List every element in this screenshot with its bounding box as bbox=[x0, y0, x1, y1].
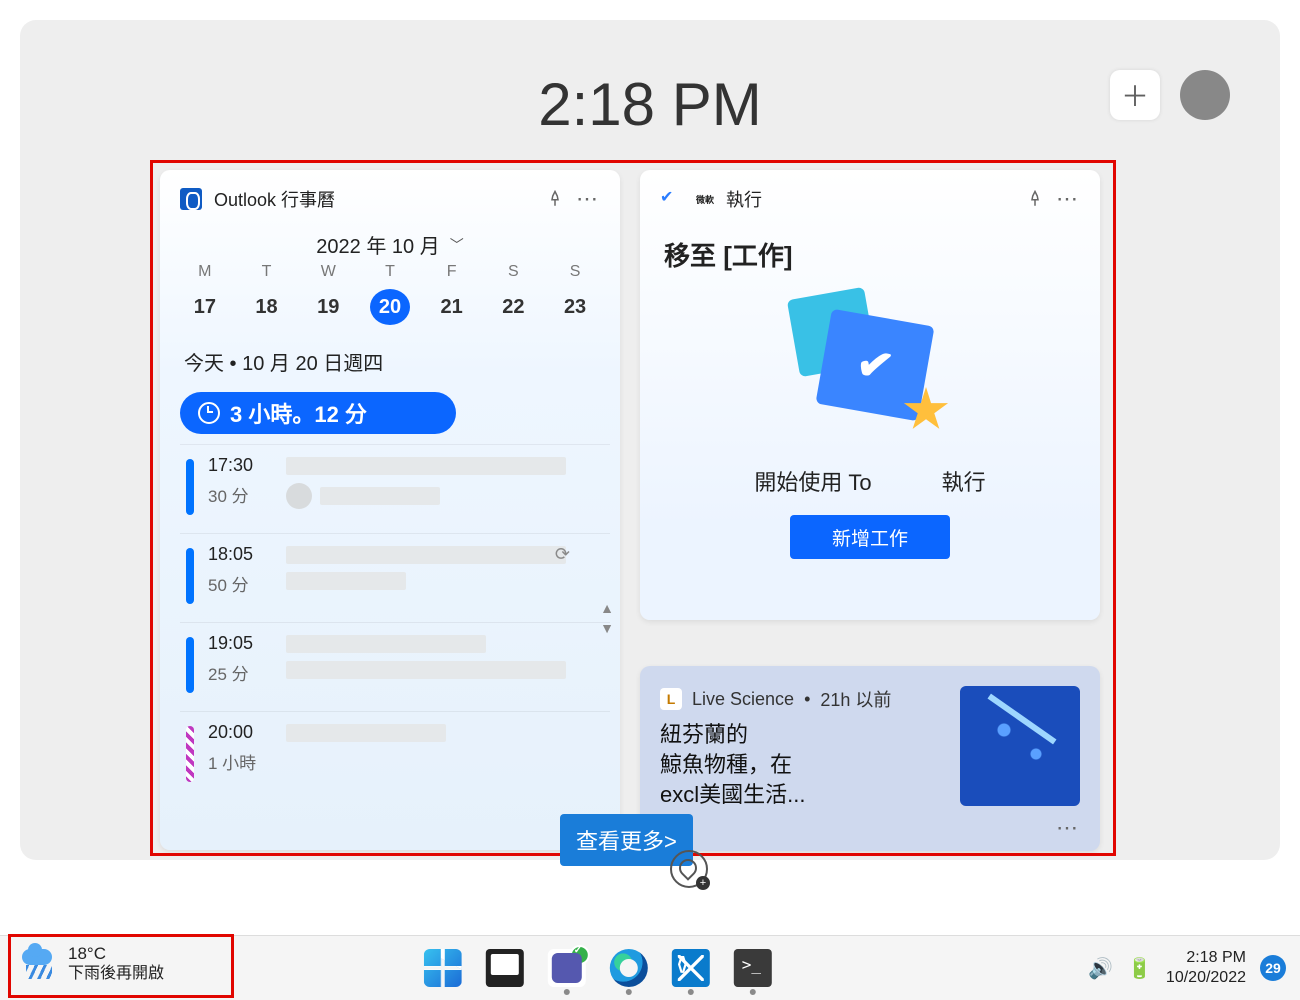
news-headline[interactable]: 紐芬蘭的 鯨魚物種，在 excl美國生活... bbox=[660, 720, 944, 810]
edge-icon[interactable] bbox=[610, 949, 648, 987]
news-source: Live Science bbox=[692, 689, 794, 710]
event-time: 20:00 bbox=[208, 722, 272, 743]
event-color-bar bbox=[186, 548, 194, 604]
outlook-icon bbox=[180, 188, 202, 210]
event-color-bar bbox=[186, 637, 194, 693]
event-item[interactable]: 20:00 1 小時 bbox=[180, 711, 610, 792]
event-item[interactable]: 17:30 30 分 bbox=[180, 444, 610, 525]
news-thumbnail[interactable] bbox=[960, 686, 1080, 806]
livescience-icon: L bbox=[660, 688, 682, 710]
taskbar-center bbox=[424, 949, 772, 987]
notification-badge[interactable]: 29 bbox=[1260, 955, 1286, 981]
widgets-panel: 2:18 PM ＋ Outlook 行事曆 ⋯ 2022 年 10 月 ﹀ M bbox=[20, 20, 1280, 860]
date-cell-today[interactable]: 20 bbox=[370, 289, 410, 325]
month-selector[interactable]: 2022 年 10 月 ﹀ bbox=[160, 230, 620, 259]
rain-icon bbox=[22, 947, 56, 981]
widgets-area: Outlook 行事曆 ⋯ 2022 年 10 月 ﹀ M T W T F S … bbox=[160, 170, 1100, 850]
date-cell[interactable]: 23 bbox=[555, 289, 595, 325]
month-label: 2022 年 10 月 bbox=[316, 230, 439, 259]
dow: S bbox=[493, 263, 533, 281]
outlook-calendar-widget[interactable]: Outlook 行事曆 ⋯ 2022 年 10 月 ﹀ M T W T F S … bbox=[160, 170, 620, 850]
add-widget-button[interactable]: ＋ bbox=[1110, 70, 1160, 120]
volume-icon[interactable]: 🔊 bbox=[1088, 956, 1113, 981]
more-icon[interactable]: ⋯ bbox=[1056, 186, 1080, 212]
news-widget[interactable]: L Live Science • 21h 以前 紐芬蘭的 鯨魚物種，在 excl… bbox=[640, 666, 1100, 851]
scroll-arrows[interactable]: ▲▼ bbox=[600, 600, 614, 636]
terminal-icon[interactable] bbox=[734, 949, 772, 987]
dow: T bbox=[247, 263, 287, 281]
recurring-icon: ⟳ bbox=[555, 544, 570, 565]
dow: M bbox=[185, 263, 225, 281]
todo-cta-text: 開始使用 To執行 bbox=[640, 465, 1100, 497]
event-duration: 25 分 bbox=[208, 660, 272, 685]
weekday-row: M T W T F S S bbox=[160, 259, 620, 285]
event-item[interactable]: 18:05 50 分 ⟳ bbox=[180, 533, 610, 614]
tray-time: 2:18 PM bbox=[1186, 948, 1246, 968]
more-icon[interactable]: ⋯ bbox=[1056, 815, 1080, 841]
pin-icon[interactable] bbox=[546, 190, 564, 208]
date-cell[interactable]: 18 bbox=[247, 289, 287, 325]
system-tray[interactable]: 🔊 🔋 2:18 PM 10/20/2022 29 bbox=[1088, 936, 1286, 1000]
event-color-bar bbox=[186, 726, 194, 782]
date-cell[interactable]: 22 bbox=[493, 289, 533, 325]
date-row[interactable]: 17 18 19 20 21 22 23 bbox=[160, 285, 620, 329]
news-age: 21h 以前 bbox=[820, 686, 891, 712]
event-duration: 50 分 bbox=[208, 571, 272, 596]
dot: • bbox=[804, 689, 810, 710]
todo-headline: 移至 [工作] bbox=[640, 220, 1100, 273]
task-view-button[interactable] bbox=[486, 949, 524, 987]
dow: S bbox=[555, 263, 595, 281]
clock-icon bbox=[198, 402, 220, 424]
event-color-bar bbox=[186, 459, 194, 515]
tray-clock[interactable]: 2:18 PM 10/20/2022 bbox=[1166, 948, 1246, 988]
todo-illustration bbox=[775, 293, 965, 453]
scroll-up-icon[interactable]: ▲ bbox=[600, 600, 614, 616]
weather-desc: 下雨後再開啟 bbox=[68, 964, 164, 984]
taskbar[interactable]: 18°C 下雨後再開啟 🔊 🔋 2:18 PM 10/20/2022 29 bbox=[0, 935, 1300, 1000]
event-item[interactable]: 19:05 25 分 bbox=[180, 622, 610, 703]
chevron-down-icon[interactable]: ﹀ bbox=[450, 235, 464, 255]
dow: W bbox=[308, 263, 348, 281]
add-task-button[interactable]: 新增工作 bbox=[790, 515, 950, 559]
events-list[interactable]: 17:30 30 分 18:05 50 分 ⟳ 19:05 25 分 bbox=[180, 444, 610, 792]
next-event-pill[interactable]: 3 小時。12 分 bbox=[180, 392, 456, 434]
battery-icon[interactable]: 🔋 bbox=[1127, 956, 1152, 981]
user-avatar[interactable] bbox=[1180, 70, 1230, 120]
event-time: 18:05 bbox=[208, 544, 272, 565]
todo-widget[interactable]: 微軟 執行 ⋯ 移至 [工作] 開始使用 To執行 新增工作 bbox=[640, 170, 1100, 620]
todo-widget-title: 執行 bbox=[726, 186, 762, 212]
weather-temp: 18°C bbox=[68, 944, 164, 964]
todo-brand-small: 微軟 bbox=[696, 193, 714, 206]
event-duration: 1 小時 bbox=[208, 749, 272, 774]
weather-widget-taskbar[interactable]: 18°C 下雨後再開啟 bbox=[16, 940, 170, 988]
panel-clock: 2:18 PM bbox=[20, 70, 1280, 139]
today-label: 今天 • 10 月 20 日週四 bbox=[160, 329, 620, 384]
scroll-down-icon[interactable]: ▼ bbox=[600, 620, 614, 636]
date-cell[interactable]: 17 bbox=[185, 289, 225, 325]
start-button[interactable] bbox=[424, 949, 462, 987]
next-event-text: 3 小時。12 分 bbox=[230, 397, 367, 429]
news-source-row: L Live Science • 21h 以前 bbox=[660, 686, 944, 712]
teams-icon[interactable] bbox=[548, 949, 586, 987]
more-icon[interactable]: ⋯ bbox=[576, 186, 600, 212]
pin-icon[interactable] bbox=[1026, 190, 1044, 208]
event-time: 19:05 bbox=[208, 633, 272, 654]
event-time: 17:30 bbox=[208, 455, 272, 476]
calendar-widget-title: Outlook 行事曆 bbox=[214, 186, 335, 212]
add-contact-icon[interactable] bbox=[670, 850, 708, 888]
dow: T bbox=[370, 263, 410, 281]
dow: F bbox=[432, 263, 472, 281]
date-cell[interactable]: 19 bbox=[308, 289, 348, 325]
date-cell[interactable]: 21 bbox=[432, 289, 472, 325]
presence-available-badge bbox=[570, 945, 590, 965]
vscode-icon[interactable] bbox=[672, 949, 710, 987]
event-duration: 30 分 bbox=[208, 482, 272, 507]
tray-date: 10/20/2022 bbox=[1166, 968, 1246, 988]
todo-check-icon bbox=[660, 189, 680, 209]
